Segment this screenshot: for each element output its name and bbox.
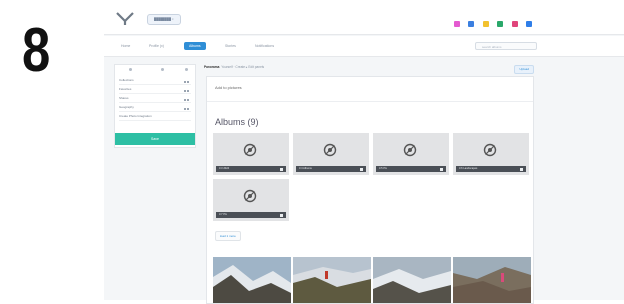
nav-bar: Home Profile (x) Albums Stories Notifica… (104, 36, 624, 57)
app-icon-red[interactable] (511, 21, 518, 27)
camera-icon (360, 167, 363, 171)
app-icon-green[interactable] (497, 21, 504, 27)
tab-stories[interactable]: Stories (220, 42, 241, 50)
main-content: Panorama Yourself · Create ▸ Edit panels… (204, 60, 534, 304)
sidebar: Collections Favorites Shares Geography C… (114, 64, 196, 148)
no-photo-icon (243, 189, 257, 203)
album-card[interactable]: 3.5 Pix (373, 133, 449, 175)
app-icon-yellow[interactable] (482, 21, 489, 27)
album-card[interactable]: 3.4 Albums (293, 133, 369, 175)
sidebar-item-geography[interactable]: Geography (119, 104, 191, 112)
upload-button[interactable]: Upload (514, 65, 534, 74)
breadcrumb: Panorama Yourself · Create ▸ Edit panels… (204, 63, 534, 74)
albums-panel: Add to pictures Albums (9) 3.3 2024 3.4 … (206, 76, 534, 304)
breadcrumb-path[interactable]: Yourself · Create ▸ Edit panels (221, 65, 264, 69)
stepper-icon[interactable] (183, 97, 191, 101)
panel-title: Add to pictures (215, 85, 242, 90)
divider (207, 101, 533, 102)
app-icon-blue[interactable] (468, 21, 475, 27)
stepper-icon[interactable] (183, 79, 191, 83)
sidebar-item-label: Shares (119, 96, 129, 100)
stepper-icon[interactable] (183, 106, 191, 110)
sidebar-item-collections[interactable]: Collections (119, 77, 191, 85)
tab-home[interactable]: Home (116, 42, 135, 50)
album-caption: 3.5 Pix (379, 167, 387, 170)
photo-thumbnail[interactable] (213, 257, 291, 303)
user-icon[interactable] (526, 21, 533, 27)
album-caption: 3.6 Landscapes (459, 167, 478, 170)
tab-albums[interactable]: Albums (184, 42, 206, 50)
sidebar-item-shares[interactable]: Shares (119, 95, 191, 103)
load-more-button[interactable]: load 1 more (215, 231, 241, 241)
no-photo-icon (323, 143, 337, 157)
sidebar-item-label: Favorites (119, 87, 132, 91)
photo-thumbnail[interactable] (293, 257, 371, 303)
camera-icon (520, 167, 523, 171)
photo-thumbnail[interactable] (373, 257, 451, 303)
step-number: 8 (22, 16, 51, 85)
dot-icon (161, 68, 164, 71)
app-window: ████████ × Home Profile (x) Albums Stori… (104, 0, 624, 304)
photo-thumbnail[interactable] (453, 257, 531, 303)
albums-heading: Albums (9) (215, 117, 259, 127)
search-input[interactable]: search albums (475, 42, 537, 50)
sidebar-item-label: Geography (119, 105, 134, 109)
sidebar-item-integration[interactable]: Create Photo Integration (119, 113, 191, 121)
sidebar-header (115, 68, 195, 74)
sidebar-item-favorites[interactable]: Favorites (119, 86, 191, 94)
album-card[interactable]: 3.6 Landscapes (453, 133, 529, 175)
sidebar-item-label: Collections (119, 78, 134, 82)
album-card[interactable]: 3.7 Pix (213, 179, 289, 221)
breadcrumb-current[interactable]: Panorama (204, 65, 219, 69)
camera-icon (440, 167, 443, 171)
top-icon-group (454, 14, 536, 27)
active-filter-pill[interactable]: ████████ × (147, 14, 181, 25)
top-bar: ████████ × (104, 0, 624, 35)
album-card[interactable]: 3.3 2024 (213, 133, 289, 175)
no-photo-icon (403, 143, 417, 157)
camera-icon (280, 167, 283, 171)
logo-icon[interactable] (116, 12, 134, 26)
dot-icon (185, 68, 188, 71)
tab-profile[interactable]: Profile (x) (144, 42, 169, 50)
album-caption: 3.3 2024 (219, 167, 230, 170)
no-photo-icon (483, 143, 497, 157)
no-photo-icon (243, 143, 257, 157)
dot-icon (129, 68, 132, 71)
album-caption: 3.4 Albums (299, 167, 312, 170)
camera-icon (280, 213, 283, 217)
save-button[interactable]: Save (115, 133, 195, 145)
app-icon-pink[interactable] (454, 21, 460, 27)
album-caption: 3.7 Pix (219, 213, 227, 216)
tab-notifications[interactable]: Notifications (250, 42, 279, 50)
stepper-icon[interactable] (183, 88, 191, 92)
sidebar-item-label: Create Photo Integration (119, 114, 152, 118)
